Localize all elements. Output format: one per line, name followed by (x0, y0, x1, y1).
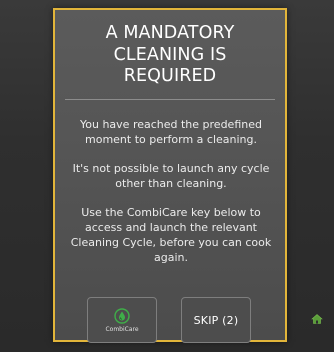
dialog-title: A MANDATORY CLEANING IS REQUIRED (55, 23, 285, 88)
message-line: Use the CombiCare key below to (81, 206, 261, 219)
message-line: moment to perform a cleaning. (85, 133, 257, 146)
combicare-button[interactable]: CombiCare (87, 297, 157, 343)
message-line: again. (154, 251, 188, 264)
message-line: You have reached the predefined (80, 118, 262, 131)
title-divider (65, 99, 275, 100)
dialog-title-line: CLEANING IS (113, 44, 227, 65)
dialog-title-line: REQUIRED (123, 66, 217, 86)
message-line: Cleaning Cycle, before you can cook (70, 236, 272, 249)
message-use-combicare: Use the CombiCare key below to access an… (63, 205, 279, 265)
dialog-title-line: A MANDATORY (105, 23, 235, 43)
message-line: other than cleaning. (115, 177, 227, 190)
message-no-other-cycle: It's not possible to launch any cycle ot… (63, 161, 279, 191)
message-predefined-moment: You have reached the predefined moment t… (63, 117, 279, 147)
home-button[interactable] (310, 312, 324, 326)
message-line: access and launch the relevant (85, 221, 257, 234)
mandatory-cleaning-dialog: A MANDATORY CLEANING IS REQUIRED You hav… (53, 8, 287, 343)
message-line: It's not possible to launch any cycle (72, 162, 270, 175)
skip-button[interactable]: SKIP (2) (181, 297, 251, 343)
device-screen: A MANDATORY CLEANING IS REQUIRED You hav… (0, 0, 334, 352)
skip-button-label: SKIP (2) (193, 313, 239, 327)
combicare-button-label: CombiCare (105, 325, 139, 333)
combicare-drop-icon (114, 307, 130, 324)
home-icon (311, 314, 323, 324)
